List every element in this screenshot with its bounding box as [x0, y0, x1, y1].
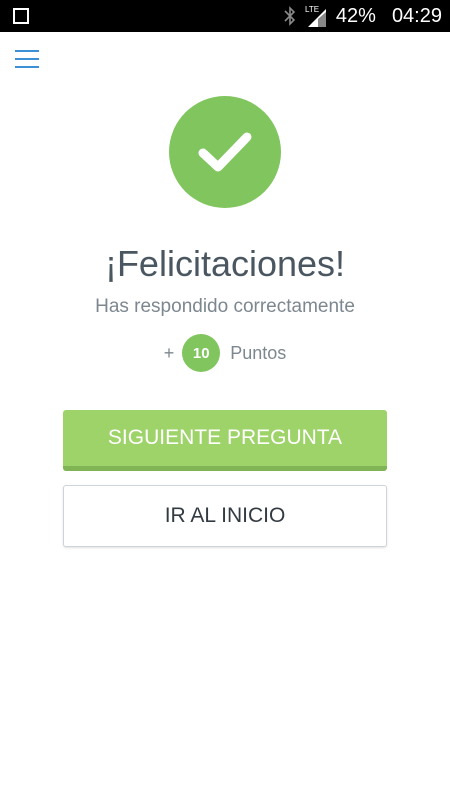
top-bar: [0, 32, 450, 88]
result-title: ¡Felicitaciones!: [104, 243, 346, 284]
result-subtitle: Has respondido correctamente: [95, 296, 355, 317]
battery-percent: 42%: [335, 5, 376, 27]
square-notification-icon: [13, 8, 29, 24]
points-label: Puntos: [230, 342, 287, 363]
status-right-group: LTE 42% 04:29: [284, 0, 442, 32]
clock: 04:29: [391, 5, 442, 27]
bluetooth-icon: [284, 6, 296, 26]
points-badge: 10: [182, 334, 221, 372]
hamburger-menu-icon[interactable]: [15, 50, 39, 70]
signal-icon: LTE: [304, 4, 328, 28]
next-question-button[interactable]: SIGUIENTE PREGUNTA: [63, 410, 387, 471]
status-bar: LTE 42% 04:29: [0, 0, 450, 32]
points-row: + 10 Puntos: [0, 334, 450, 372]
checkmark-icon: [198, 132, 252, 172]
network-type-label: LTE: [305, 5, 319, 14]
go-home-button[interactable]: IR AL INICIO: [63, 485, 387, 547]
success-badge: [169, 96, 281, 208]
points-prefix: +: [163, 342, 175, 363]
